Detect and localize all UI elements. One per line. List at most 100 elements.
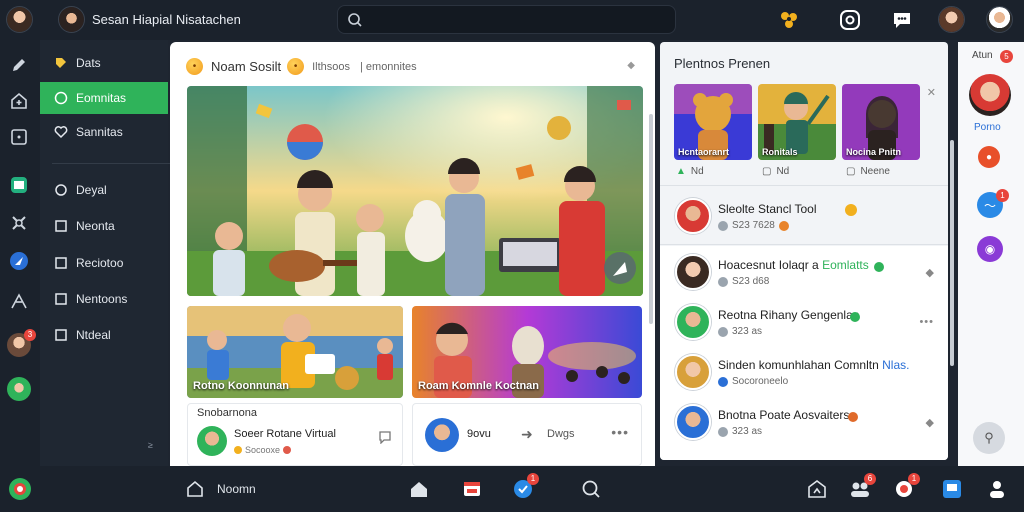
- thumbnail-post[interactable]: Rotno Koonnunan: [187, 306, 403, 398]
- search-input[interactable]: [370, 10, 660, 30]
- suggestion-card[interactable]: Hcntaoranrt: [674, 84, 752, 160]
- user-avatar[interactable]: [6, 6, 33, 33]
- panel-scrollbar[interactable]: [950, 140, 954, 366]
- post-author[interactable]: 9ovu: [467, 428, 491, 440]
- list-item[interactable]: Hoacesnut Iolaqr a Eomlatts S23 d68 ◆: [660, 248, 948, 298]
- post-card[interactable]: 9ovu ➜ Dwgs •••: [412, 403, 642, 466]
- friend-avatar[interactable]: 3: [6, 329, 36, 358]
- person-name: Reotna Rihany Gengenlan: [718, 308, 860, 322]
- sidebar-item-label: Neonta: [76, 219, 115, 233]
- post-author[interactable]: Soeer Rotane Virtual: [234, 428, 336, 440]
- chevron-icon[interactable]: ◆: [926, 416, 934, 429]
- list-item[interactable]: Sinden komunhlahan Comnltn Nlas. Socoron…: [660, 348, 948, 398]
- person-name: Bnotna Poate Aosvaiters: [718, 408, 850, 422]
- add-friend-icon[interactable]: ⚲: [973, 422, 1005, 454]
- fire-icon[interactable]: ●: [978, 146, 1000, 168]
- pin-icon[interactable]: ◆: [627, 60, 635, 71]
- sidebar-item-neonta[interactable]: Neonta: [40, 210, 168, 242]
- author-avatar[interactable]: [197, 426, 227, 456]
- sidebar-item-sannitas[interactable]: Sannitas: [40, 116, 168, 148]
- house-icon[interactable]: [408, 478, 430, 500]
- box-icon[interactable]: [8, 126, 30, 148]
- location-icon[interactable]: [8, 250, 30, 272]
- app-logo-icon[interactable]: [8, 477, 32, 501]
- post-meta-text: Socooxe: [245, 445, 281, 455]
- online-status-icon: [874, 262, 884, 272]
- home-icon[interactable]: [184, 478, 206, 500]
- collapse-toggle[interactable]: ≥: [148, 440, 153, 450]
- thumbnail-caption: Rotno Koonnunan: [193, 380, 289, 392]
- featured-item[interactable]: Sleolte Stancl Tool S23 7628: [660, 192, 948, 242]
- contact-avatar-1[interactable]: [938, 6, 965, 33]
- square-icon: ▢: [846, 166, 856, 177]
- app-title: Sesan Hiapial Nisatachen: [92, 12, 241, 27]
- pages-icon[interactable]: [941, 478, 963, 500]
- person-avatar: [675, 198, 711, 234]
- groups-icon[interactable]: 6: [849, 473, 876, 500]
- check-icon[interactable]: 1: [512, 473, 539, 500]
- card-caption: Ronitals: [762, 147, 798, 157]
- group-avatar[interactable]: [6, 376, 32, 402]
- sidebar-item-eomnitas[interactable]: Eomnitas: [40, 82, 168, 114]
- person-meta-text: S23 7628: [732, 220, 775, 231]
- calendar-icon[interactable]: [8, 174, 30, 196]
- suggestion-card[interactable]: Ronitals: [758, 84, 836, 160]
- search-icon[interactable]: [580, 478, 602, 500]
- chevron-icon[interactable]: ◆: [926, 266, 934, 279]
- video-icon[interactable]: [461, 478, 483, 500]
- share-icon[interactable]: ➜: [521, 426, 533, 443]
- circle-icon: [54, 183, 68, 197]
- more-options-icon[interactable]: •••: [919, 316, 934, 328]
- card-stat-text: Neene: [860, 166, 890, 177]
- person-meta: S23 d68: [718, 276, 769, 287]
- gaming-icon[interactable]: 1: [893, 473, 920, 500]
- featured-user-name[interactable]: Porno: [974, 122, 1001, 133]
- people-icon[interactable]: [8, 290, 30, 312]
- profile-icon[interactable]: [986, 478, 1008, 500]
- profile-avatar[interactable]: [58, 6, 85, 33]
- post-card[interactable]: Snobarnona Soeer Rotane Virtual Socooxe: [187, 403, 403, 466]
- suggestion-card[interactable]: Nocina Pnitn: [842, 84, 920, 160]
- thumbnail-caption: Roam Komnle Koctnan: [418, 380, 540, 392]
- comment-icon[interactable]: [378, 430, 392, 449]
- author-avatar[interactable]: [425, 418, 459, 452]
- list-item[interactable]: Reotna Rihany Gengenlan 323 as •••: [660, 298, 948, 348]
- puzzle-icon[interactable]: [8, 212, 30, 234]
- discord-icon[interactable]: ◉: [977, 236, 1003, 262]
- online-status-icon: [850, 312, 860, 322]
- home-add-icon[interactable]: [8, 90, 30, 112]
- feed-tag[interactable]: | emonnites: [360, 61, 417, 73]
- person-meta: 323 as: [718, 326, 762, 337]
- close-icon[interactable]: ✕: [927, 86, 936, 99]
- notification-badge: 5: [1000, 50, 1013, 63]
- store-icon[interactable]: [806, 478, 828, 500]
- spark-icon[interactable]: [777, 8, 801, 32]
- hero-image[interactable]: [187, 86, 643, 296]
- card-caption: Hcntaoranrt: [678, 147, 730, 157]
- reaction-icon: [778, 220, 789, 231]
- person-name-text: Hoacesnut Iolaqr a: [718, 258, 819, 272]
- sidebar-item-nentoons[interactable]: Nentoons: [40, 283, 168, 315]
- search-bar[interactable]: [337, 5, 676, 34]
- more-options-icon[interactable]: •••: [611, 424, 629, 440]
- list-item[interactable]: Bnotna Poate Aosvaiters 323 as ◆: [660, 398, 948, 448]
- reaction-icon: [283, 446, 292, 454]
- pencil-icon[interactable]: [8, 54, 30, 76]
- card-caption: Nocina Pnitn: [846, 147, 902, 157]
- chat-bubble-icon[interactable]: [890, 8, 914, 32]
- contact-avatar-2[interactable]: [986, 6, 1013, 33]
- reaction-icon: [234, 446, 242, 454]
- messages-icon[interactable]: [838, 8, 862, 32]
- sidebar-item-ntdeal[interactable]: Ntdeal: [40, 319, 168, 351]
- home-label[interactable]: Noomn: [217, 482, 256, 496]
- notification-badge: 1: [908, 473, 920, 485]
- sidebar-item-reciotoo[interactable]: Reciotoo: [40, 247, 168, 279]
- feed-tag[interactable]: Ilthsoos: [312, 61, 350, 73]
- person-name: Sleolte Stancl Tool: [718, 202, 817, 216]
- sidebar-item-dats[interactable]: Dats: [40, 47, 168, 79]
- thumbnail-post[interactable]: Roam Komnle Koctnan: [412, 306, 642, 398]
- feed-scrollbar[interactable]: [649, 114, 653, 324]
- sidebar-item-deyal[interactable]: Deyal: [40, 174, 168, 206]
- notification-badge: 3: [24, 329, 36, 341]
- featured-user-avatar[interactable]: [969, 74, 1011, 116]
